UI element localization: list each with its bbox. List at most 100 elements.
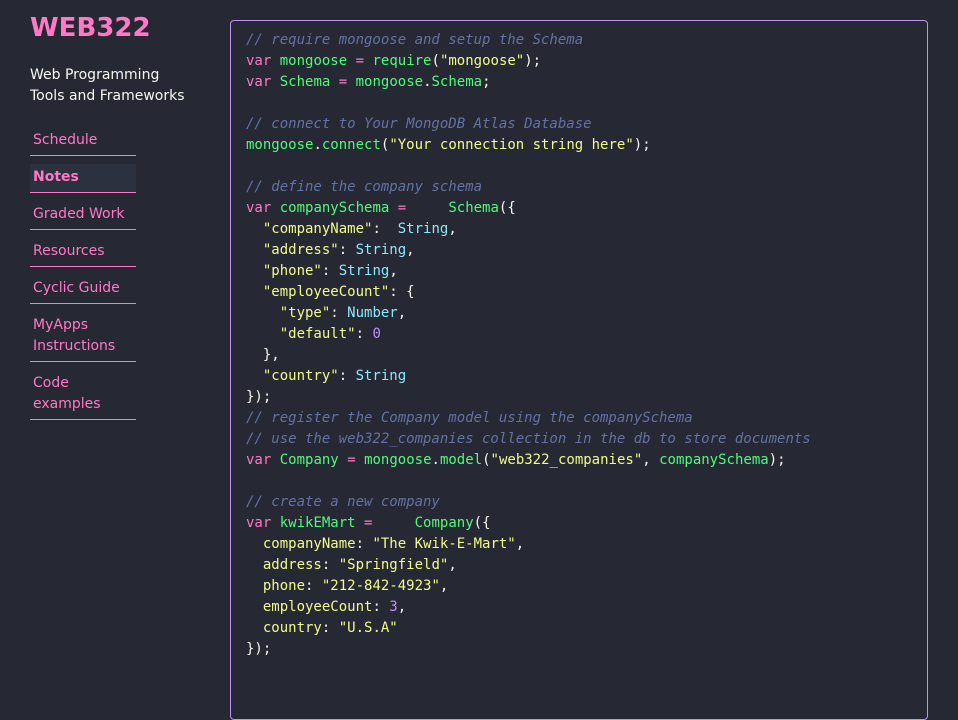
- code-punct: [271, 53, 279, 69]
- code-identifier: kwikEMart: [279, 515, 356, 531]
- code-punct: [271, 515, 279, 531]
- code-punct: :: [321, 263, 339, 279]
- code-line: "companyName": String,: [246, 219, 811, 240]
- code-type: String: [338, 263, 390, 279]
- code-keyword: var: [246, 515, 272, 531]
- code-punct: :: [372, 221, 398, 237]
- code-keyword: =: [397, 200, 407, 216]
- code-punct: [246, 557, 263, 573]
- code-property: address: [262, 557, 322, 573]
- code-type: String: [355, 368, 407, 384]
- code-punct: (: [482, 452, 491, 468]
- code-keyword: =: [338, 74, 348, 90]
- code-string: "The Kwik-E-Mart": [372, 536, 516, 552]
- code-type: Number: [347, 305, 398, 321]
- code-property: companyName: [262, 536, 356, 552]
- code-punct: [246, 368, 263, 384]
- code-comment: // create a new company: [246, 494, 440, 510]
- code-line: var companySchema = Schema({: [246, 198, 811, 219]
- code-comment: // connect to Your MongoDB Atlas Databas…: [246, 116, 592, 132]
- code-block: // require mongoose and setup the Schema…: [230, 20, 928, 720]
- code-identifier: Schema: [448, 200, 499, 216]
- code-punct: [339, 452, 347, 468]
- code-line: "employeeCount": {: [246, 282, 811, 303]
- site-title[interactable]: WEB322: [30, 13, 151, 43]
- code-punct: ({: [473, 515, 491, 531]
- site-subtitle: Web Programming Tools and Frameworks: [30, 65, 200, 107]
- code-property: country: [262, 620, 322, 636]
- code-punct: );: [768, 452, 786, 468]
- code-punct: [406, 200, 448, 216]
- code-identifier: Schema: [431, 74, 483, 90]
- code-type: String: [355, 242, 407, 258]
- code-string: "212-842-4923": [321, 578, 440, 594]
- code-punct: [246, 578, 263, 594]
- code-punct: );: [633, 137, 651, 153]
- code-identifier: mongoose: [279, 53, 348, 69]
- code-punct: [356, 452, 364, 468]
- code-line: // require mongoose and setup the Schema: [246, 30, 811, 51]
- code-identifier: connect: [321, 137, 381, 153]
- code-line: var Company = mongoose.model("web322_com…: [246, 450, 811, 471]
- code-line: "default": 0: [246, 324, 811, 345]
- code-punct: [246, 536, 263, 552]
- code-punct: [246, 305, 280, 321]
- code-line: "country": String: [246, 366, 811, 387]
- code-keyword: var: [246, 74, 272, 90]
- sidebar-item-resources[interactable]: Resources: [30, 238, 136, 267]
- code-line: companyName: "The Kwik-E-Mart",: [246, 534, 811, 555]
- sidebar-item-notes[interactable]: Notes: [30, 164, 136, 193]
- sidebar-item-code-examples[interactable]: Code examples: [30, 370, 136, 420]
- code-keyword: var: [246, 53, 272, 69]
- code-punct: ,: [397, 599, 407, 615]
- code-identifier: require: [372, 53, 432, 69]
- code-line: "type": Number,: [246, 303, 811, 324]
- code-identifier: companySchema: [279, 200, 390, 216]
- code-punct: [246, 599, 263, 615]
- code-identifier: Company: [279, 452, 339, 468]
- code-punct: :: [321, 620, 339, 636]
- code-punct: [356, 515, 364, 531]
- code-property: employeeCount: [262, 599, 373, 615]
- code-keyword: =: [347, 452, 356, 468]
- code-punct: :: [338, 368, 356, 384]
- code-punct: [246, 326, 280, 342]
- code-line: var kwikEMart = Company({: [246, 513, 811, 534]
- code-string: "companyName": [262, 221, 373, 237]
- code-punct: [330, 74, 338, 90]
- code-punct: [347, 74, 355, 90]
- code-punct: ({: [498, 200, 516, 216]
- code-identifier: model: [439, 452, 483, 468]
- code-comment: // define the company schema: [246, 179, 483, 195]
- code-punct: ,: [397, 305, 407, 321]
- code-line: },: [246, 345, 811, 366]
- code-comment: // require mongoose and setup the Schema: [246, 32, 584, 48]
- code-punct: });: [246, 389, 272, 405]
- code-punct: [372, 515, 414, 531]
- code-punct: [271, 452, 279, 468]
- code-identifier: mongoose: [355, 74, 424, 90]
- sidebar-item-cyclic-guide[interactable]: Cyclic Guide: [30, 275, 136, 304]
- code-line: employeeCount: 3,: [246, 597, 811, 618]
- sidebar-item-schedule[interactable]: Schedule: [30, 127, 136, 156]
- code-punct: :: [338, 242, 356, 258]
- code-punct: .: [313, 137, 322, 153]
- code-keyword: var: [246, 452, 272, 468]
- code-string: "mongoose": [439, 53, 525, 69]
- code-identifier: mongoose: [246, 137, 314, 153]
- code-punct: :: [330, 305, 348, 321]
- code-string: "address": [262, 242, 339, 258]
- code-comment: // register the Company model using the …: [246, 410, 693, 426]
- code-property: phone: [262, 578, 306, 594]
- code-punct: :: [321, 557, 339, 573]
- subtitle-line: Tools and Frameworks: [30, 88, 185, 104]
- code-punct: :: [372, 599, 390, 615]
- sidebar-item-graded-work[interactable]: Graded Work: [30, 201, 136, 230]
- code-punct: });: [246, 641, 272, 657]
- code-punct: ,: [448, 221, 457, 237]
- code-string: "Springfield": [338, 557, 449, 573]
- subtitle-line: Web Programming: [30, 67, 160, 83]
- code-identifier: Company: [414, 515, 474, 531]
- sidebar-item-myapps-instructions[interactable]: MyApps Instructions: [30, 312, 136, 362]
